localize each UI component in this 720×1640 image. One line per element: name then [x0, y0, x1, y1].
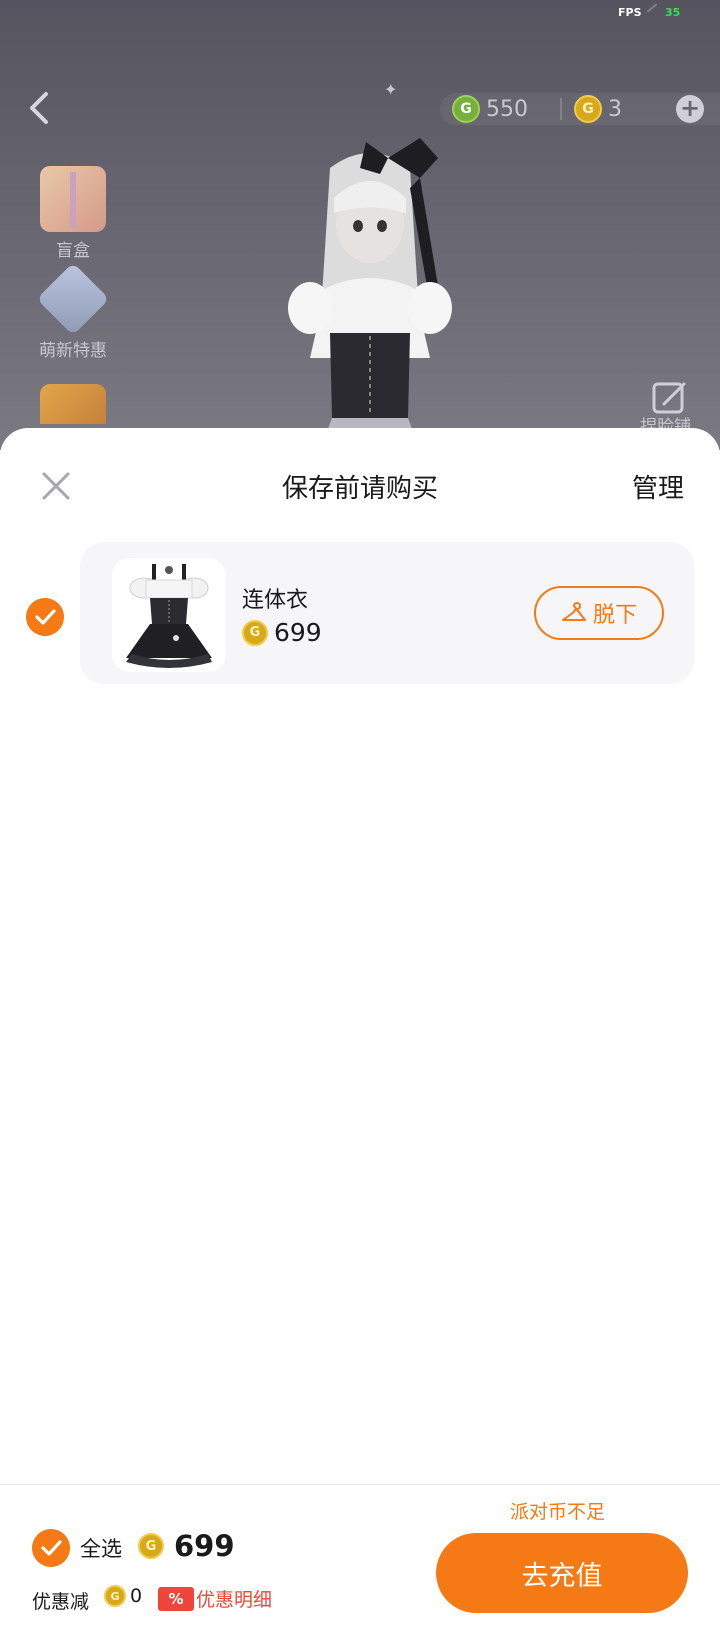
- gold-currency: G 3: [574, 93, 622, 125]
- side-item-event[interactable]: [28, 384, 118, 424]
- total-price: 699: [174, 1529, 235, 1563]
- sheet-title: 保存前请购买: [281, 474, 438, 504]
- currency-divider: [560, 98, 562, 120]
- sparkle-icon: ✦: [384, 80, 398, 99]
- back-arrow-icon[interactable]: [24, 88, 54, 128]
- side-item-label: 盲盒: [56, 241, 90, 261]
- take-off-button[interactable]: 脱下: [534, 586, 664, 640]
- side-item-blind-box[interactable]: 盲盒: [28, 166, 118, 261]
- event-icon: [40, 384, 106, 424]
- select-all-label[interactable]: 全选: [80, 1533, 122, 1563]
- gold-currency-value: 3: [608, 96, 622, 122]
- side-item-newbie-deal[interactable]: 萌新特惠: [28, 262, 118, 361]
- manage-button[interactable]: 管理: [632, 468, 684, 505]
- fps-value: 35: [665, 6, 681, 19]
- item-checkbox-checked-icon[interactable]: [26, 598, 64, 636]
- green-coin-icon: G: [452, 95, 480, 123]
- select-all-checkbox-checked-icon[interactable]: [32, 1529, 70, 1567]
- newbie-deal-icon: [36, 262, 110, 336]
- side-item-label: 萌新特惠: [39, 341, 107, 361]
- gold-coin-icon: G: [138, 1533, 164, 1559]
- discount-label: 优惠减: [32, 1591, 90, 1613]
- gold-coin-icon: G: [574, 95, 602, 123]
- item-price: 699: [274, 618, 322, 647]
- fps-label: FPS: [618, 6, 642, 19]
- gold-coin-icon: G: [104, 1585, 126, 1607]
- recharge-button[interactable]: 去充值: [436, 1533, 688, 1613]
- game-scene-background: FPS 35 ✦ G 550 G 3 + 盲盒 萌新特惠 捏脸铺: [0, 0, 720, 450]
- add-currency-button[interactable]: +: [676, 95, 704, 123]
- insufficient-balance-note: 派对币不足: [510, 1501, 606, 1523]
- coupon-percent-icon: %: [158, 1586, 194, 1611]
- discount-amount-row: G 0: [104, 1585, 142, 1607]
- item-name: 连体衣: [242, 588, 309, 613]
- take-off-label: 脱下: [592, 603, 637, 628]
- discount-detail-link[interactable]: % 优惠明细: [158, 1585, 272, 1612]
- purchase-sheet: 保存前请购买 管理 连体衣 G 699 脱下: [0, 428, 720, 1640]
- discount-detail-label: 优惠明细: [196, 1589, 273, 1611]
- gold-coin-icon: G: [242, 619, 268, 646]
- checkout-footer: 派对币不足 全选 G 699 优惠减 G 0 % 优惠明细 去充值: [0, 1484, 720, 1640]
- hanger-icon: [561, 602, 586, 621]
- green-currency-value: 550: [486, 96, 528, 122]
- outfit-image: [126, 564, 212, 668]
- edit-icon[interactable]: [650, 380, 690, 416]
- discount-value: 0: [130, 1585, 143, 1607]
- outfit-thumbnail: [112, 558, 226, 672]
- total-price-row: G 699: [138, 1529, 235, 1563]
- fps-separator: [646, 3, 658, 13]
- gift-box-icon: [40, 166, 106, 232]
- avatar-character: [288, 138, 452, 450]
- green-currency: G 550: [452, 93, 528, 125]
- item-price-row: G 699: [242, 618, 322, 647]
- cart-item-card[interactable]: 连体衣 G 699 脱下: [80, 542, 694, 684]
